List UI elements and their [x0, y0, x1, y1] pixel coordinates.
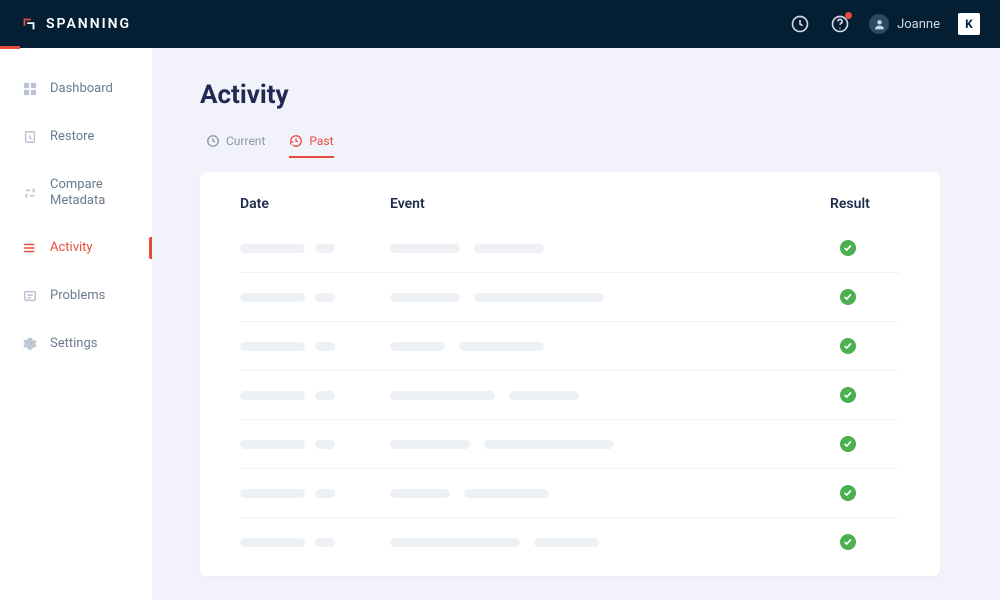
gear-icon: [22, 336, 38, 352]
top-navbar: SPANNING Joanne K: [0, 0, 1000, 48]
skeleton-placeholder: [464, 489, 549, 498]
main-content: Activity Current Past Date Event Result: [152, 48, 1000, 600]
clock-icon: [206, 134, 220, 148]
compare-icon: [22, 185, 38, 201]
sidebar-item-problems[interactable]: Problems: [0, 279, 152, 313]
skeleton-placeholder: [315, 342, 335, 351]
tab-label: Current: [226, 134, 265, 148]
page-title: Activity: [200, 80, 940, 110]
column-header-date: Date: [240, 196, 390, 212]
skeleton-placeholder: [474, 293, 604, 302]
skeleton-placeholder: [390, 244, 460, 253]
skeleton-placeholder: [240, 293, 305, 302]
user-menu[interactable]: Joanne: [869, 14, 940, 34]
success-check-icon: [840, 436, 856, 452]
table-body: [240, 224, 900, 566]
skeleton-placeholder: [240, 244, 305, 253]
table-row[interactable]: [240, 321, 900, 370]
sidebar-item-label: Activity: [50, 240, 93, 256]
table-row[interactable]: [240, 517, 900, 566]
sidebar-item-label: Restore: [50, 129, 94, 145]
skeleton-placeholder: [240, 538, 305, 547]
skeleton-placeholder: [315, 440, 335, 449]
avatar-icon: [869, 14, 889, 34]
sidebar-item-settings[interactable]: Settings: [0, 327, 152, 361]
skeleton-placeholder: [390, 293, 460, 302]
skeleton-placeholder: [390, 440, 470, 449]
sidebar-nav: Dashboard Restore Compare Metadata Activ…: [0, 48, 152, 600]
success-check-icon: [840, 485, 856, 501]
skeleton-placeholder: [474, 244, 544, 253]
skeleton-placeholder: [484, 440, 614, 449]
dashboard-icon: [22, 81, 38, 97]
sidebar-item-label: Problems: [50, 288, 105, 304]
success-check-icon: [840, 289, 856, 305]
kaseya-badge[interactable]: K: [958, 13, 980, 35]
skeleton-placeholder: [534, 538, 599, 547]
success-check-icon: [840, 387, 856, 403]
history-icon: [289, 134, 303, 148]
skeleton-placeholder: [315, 244, 335, 253]
skeleton-placeholder: [459, 342, 544, 351]
column-header-event: Event: [390, 196, 830, 212]
brand-mark-icon: [20, 15, 38, 33]
recent-icon[interactable]: [789, 13, 811, 35]
activity-table-card: Date Event Result: [200, 172, 940, 576]
sidebar-item-compare-metadata[interactable]: Compare Metadata: [0, 168, 152, 217]
problems-icon: [22, 288, 38, 304]
skeleton-placeholder: [240, 489, 305, 498]
activity-icon: [22, 240, 38, 256]
skeleton-placeholder: [240, 440, 305, 449]
brand-logo[interactable]: SPANNING: [20, 15, 131, 33]
notification-dot-icon: [845, 12, 852, 19]
skeleton-placeholder: [315, 538, 335, 547]
activity-tabs: Current Past: [200, 134, 940, 158]
sidebar-item-label: Settings: [50, 336, 97, 352]
skeleton-placeholder: [315, 293, 335, 302]
success-check-icon: [840, 240, 856, 256]
skeleton-placeholder: [390, 489, 450, 498]
table-row[interactable]: [240, 370, 900, 419]
success-check-icon: [840, 338, 856, 354]
user-name: Joanne: [897, 17, 940, 32]
table-row[interactable]: [240, 272, 900, 321]
sidebar-item-label: Compare Metadata: [50, 177, 136, 208]
table-row[interactable]: [240, 419, 900, 468]
table-header: Date Event Result: [240, 192, 900, 224]
skeleton-placeholder: [390, 342, 445, 351]
skeleton-placeholder: [315, 391, 335, 400]
skeleton-placeholder: [315, 489, 335, 498]
skeleton-placeholder: [240, 342, 305, 351]
sidebar-item-dashboard[interactable]: Dashboard: [0, 72, 152, 106]
sidebar-item-activity[interactable]: Activity: [0, 231, 152, 265]
table-row[interactable]: [240, 224, 900, 272]
tab-label: Past: [309, 134, 333, 148]
skeleton-placeholder: [509, 391, 579, 400]
column-header-result: Result: [830, 196, 900, 212]
table-row[interactable]: [240, 468, 900, 517]
sidebar-item-restore[interactable]: Restore: [0, 120, 152, 154]
tab-current[interactable]: Current: [206, 134, 265, 158]
skeleton-placeholder: [390, 538, 520, 547]
restore-icon: [22, 129, 38, 145]
tab-past[interactable]: Past: [289, 134, 333, 158]
success-check-icon: [840, 534, 856, 550]
help-icon[interactable]: [829, 13, 851, 35]
skeleton-placeholder: [240, 391, 305, 400]
sidebar-item-label: Dashboard: [50, 81, 113, 97]
brand-name: SPANNING: [46, 16, 131, 32]
skeleton-placeholder: [390, 391, 495, 400]
